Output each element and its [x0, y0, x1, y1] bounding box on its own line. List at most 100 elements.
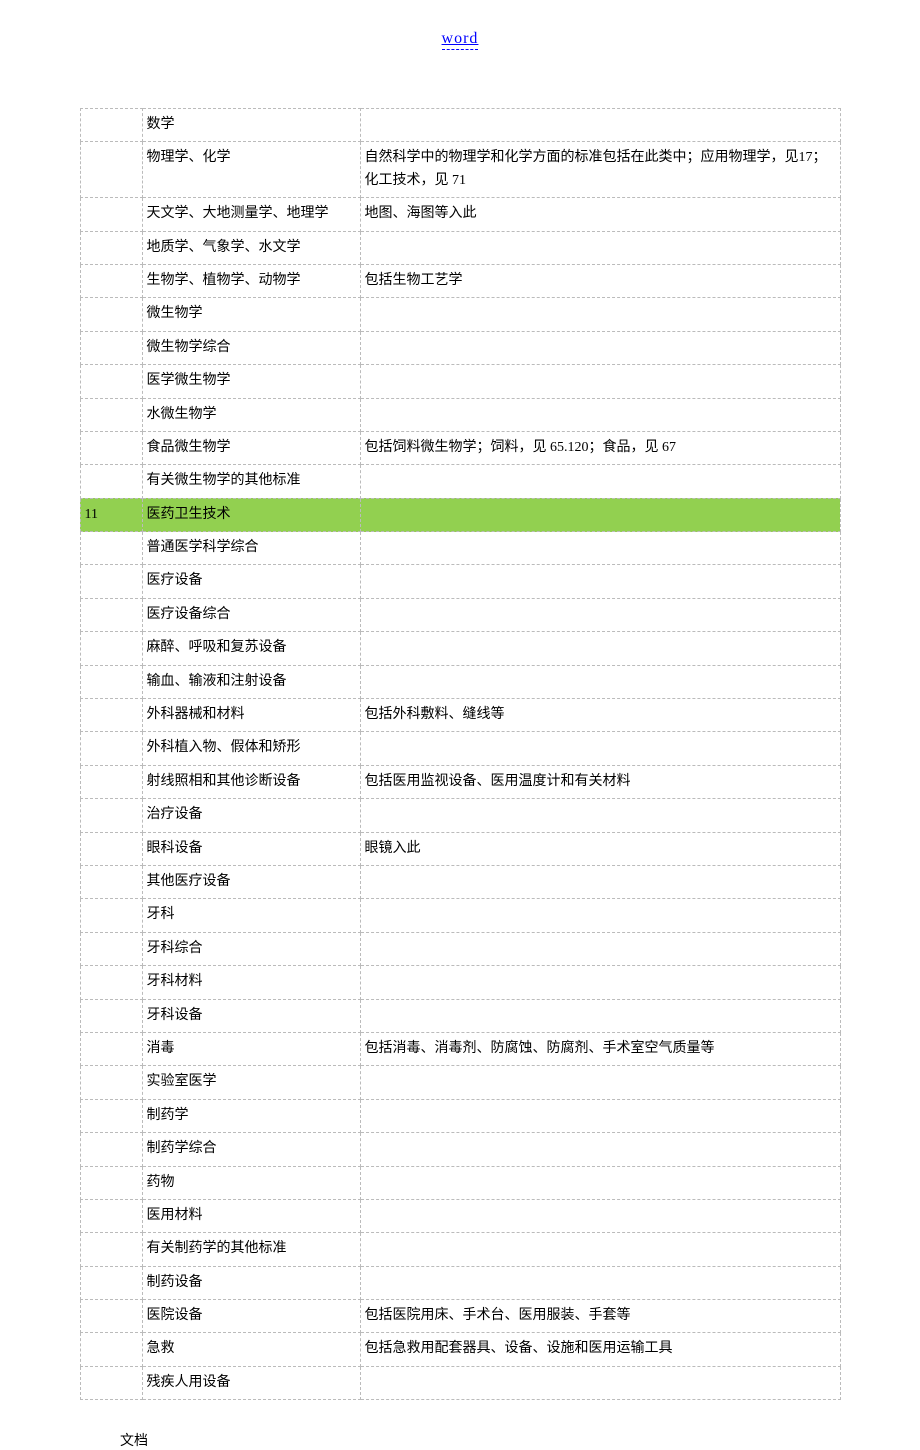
- table-cell-name: 医疗设备: [142, 565, 360, 598]
- table-cell-code: [80, 999, 142, 1032]
- table-cell-note: [360, 966, 840, 999]
- table-cell-note: [360, 1166, 840, 1199]
- table-row: 11医药卫生技术: [80, 498, 840, 531]
- table-row: 牙科: [80, 899, 840, 932]
- table-cell-code: [80, 1166, 142, 1199]
- table-cell-name: 其他医疗设备: [142, 865, 360, 898]
- table-row: 药物: [80, 1166, 840, 1199]
- table-cell-code: [80, 365, 142, 398]
- table-cell-code: [80, 665, 142, 698]
- table-cell-note: 自然科学中的物理学和化学方面的标准包括在此类中；应用物理学，见17；化工技术，见…: [360, 142, 840, 198]
- table-cell-name: 医用材料: [142, 1199, 360, 1232]
- table-cell-name: 治疗设备: [142, 799, 360, 832]
- table-cell-note: [360, 598, 840, 631]
- table-row: 天文学、大地测量学、地理学地图、海图等入此: [80, 198, 840, 231]
- table-cell-code: [80, 264, 142, 297]
- table-cell-code: [80, 865, 142, 898]
- table-row: 消毒包括消毒、消毒剂、防腐蚀、防腐剂、手术室空气质量等: [80, 1032, 840, 1065]
- table-cell-note: [360, 899, 840, 932]
- table-row: 治疗设备: [80, 799, 840, 832]
- table-cell-note: 包括生物工艺学: [360, 264, 840, 297]
- table-cell-name: 微生物学: [142, 298, 360, 331]
- table-row: 有关微生物学的其他标准: [80, 465, 840, 498]
- table-cell-code: [80, 1266, 142, 1299]
- table-cell-code: [80, 331, 142, 364]
- table-cell-note: 包括外科敷料、缝线等: [360, 699, 840, 732]
- table-cell-code: [80, 632, 142, 665]
- table-cell-code: [80, 1300, 142, 1333]
- table-cell-name: 医药卫生技术: [142, 498, 360, 531]
- table-cell-name: 外科器械和材料: [142, 699, 360, 732]
- table-cell-code: [80, 765, 142, 798]
- table-cell-note: [360, 932, 840, 965]
- table-row: 有关制药学的其他标准: [80, 1233, 840, 1266]
- table-cell-name: 残疾人用设备: [142, 1366, 360, 1399]
- table-cell-name: 普通医学科学综合: [142, 532, 360, 565]
- table-cell-code: [80, 198, 142, 231]
- table-cell-note: [360, 532, 840, 565]
- table-cell-note: 包括医用监视设备、医用温度计和有关材料: [360, 765, 840, 798]
- table-cell-name: 制药学综合: [142, 1133, 360, 1166]
- table-row: 眼科设备眼镜入此: [80, 832, 840, 865]
- table-cell-code: [80, 565, 142, 598]
- table-cell-code: [80, 1233, 142, 1266]
- footer-text: 文档: [120, 1430, 920, 1450]
- table-cell-code: [80, 109, 142, 142]
- table-cell-name: 眼科设备: [142, 832, 360, 865]
- table-cell-name: 制药学: [142, 1099, 360, 1132]
- table-cell-note: [360, 565, 840, 598]
- table-cell-name: 急救: [142, 1333, 360, 1366]
- table-cell-note: [360, 1366, 840, 1399]
- table-cell-note: [360, 231, 840, 264]
- table-cell-code: [80, 231, 142, 264]
- table-row: 实验室医学: [80, 1066, 840, 1099]
- table-cell-code: [80, 1199, 142, 1232]
- table-row: 其他医疗设备: [80, 865, 840, 898]
- table-cell-code: [80, 1333, 142, 1366]
- table-cell-name: 数学: [142, 109, 360, 142]
- table-cell-name: 天文学、大地测量学、地理学: [142, 198, 360, 231]
- table-cell-name: 外科植入物、假体和矫形: [142, 732, 360, 765]
- table-cell-code: [80, 832, 142, 865]
- table-cell-name: 牙科材料: [142, 966, 360, 999]
- table-row: 水微生物学: [80, 398, 840, 431]
- table-cell-note: [360, 1266, 840, 1299]
- table-row: 输血、输液和注射设备: [80, 665, 840, 698]
- table-cell-note: 眼镜入此: [360, 832, 840, 865]
- table-cell-name: 麻醉、呼吸和复苏设备: [142, 632, 360, 665]
- table-cell-code: [80, 966, 142, 999]
- table-cell-name: 实验室医学: [142, 1066, 360, 1099]
- table-row: 食品微生物学包括饲料微生物学；饲料，见 65.120；食品，见 67: [80, 431, 840, 464]
- table-cell-code: [80, 398, 142, 431]
- table-cell-name: 医疗设备综合: [142, 598, 360, 631]
- table-cell-note: [360, 109, 840, 142]
- table-cell-code: [80, 298, 142, 331]
- table-row: 制药设备: [80, 1266, 840, 1299]
- table-cell-code: 11: [80, 498, 142, 531]
- table-cell-name: 制药设备: [142, 1266, 360, 1299]
- table-row: 医学微生物学: [80, 365, 840, 398]
- classification-table: 数学物理学、化学自然科学中的物理学和化学方面的标准包括在此类中；应用物理学，见1…: [80, 108, 841, 1400]
- table-cell-name: 牙科综合: [142, 932, 360, 965]
- table-cell-name: 药物: [142, 1166, 360, 1199]
- table-row: 麻醉、呼吸和复苏设备: [80, 632, 840, 665]
- table-row: 牙科设备: [80, 999, 840, 1032]
- table-cell-note: [360, 1099, 840, 1132]
- table-row: 医院设备包括医院用床、手术台、医用服装、手套等: [80, 1300, 840, 1333]
- table-cell-note: [360, 298, 840, 331]
- table-cell-code: [80, 1366, 142, 1399]
- table-cell-note: [360, 331, 840, 364]
- table-cell-note: [360, 398, 840, 431]
- table-cell-name: 医学微生物学: [142, 365, 360, 398]
- table-cell-code: [80, 598, 142, 631]
- table-row: 医用材料: [80, 1199, 840, 1232]
- table-cell-code: [80, 532, 142, 565]
- table-cell-code: [80, 1099, 142, 1132]
- table-cell-name: 食品微生物学: [142, 431, 360, 464]
- word-link[interactable]: word: [442, 30, 479, 50]
- table-cell-note: 包括消毒、消毒剂、防腐蚀、防腐剂、手术室空气质量等: [360, 1032, 840, 1065]
- table-cell-note: [360, 498, 840, 531]
- table-row: 外科植入物、假体和矫形: [80, 732, 840, 765]
- table-cell-note: 地图、海图等入此: [360, 198, 840, 231]
- table-row: 牙科材料: [80, 966, 840, 999]
